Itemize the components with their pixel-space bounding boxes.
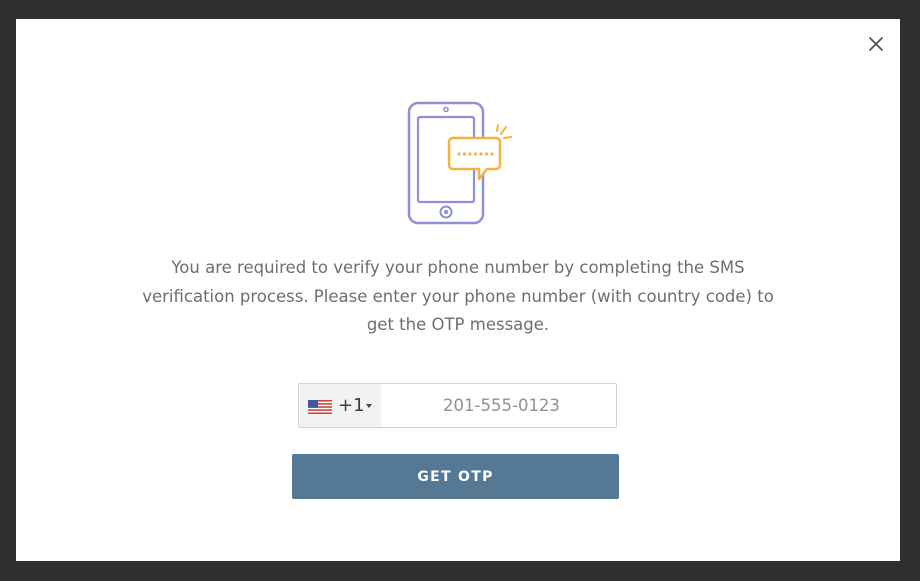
- phone-number-field: +1: [298, 383, 617, 428]
- verification-message: You are required to verify your phone nu…: [142, 258, 774, 334]
- us-flag-icon: [308, 400, 332, 414]
- chevron-down-icon: [366, 404, 372, 408]
- phone-sms-icon: [407, 101, 512, 225]
- close-button[interactable]: [866, 34, 886, 54]
- dial-code: +1: [338, 395, 365, 416]
- phone-number-input[interactable]: [381, 384, 616, 427]
- country-code-select[interactable]: +1: [299, 384, 381, 427]
- get-otp-button[interactable]: GET OTP: [292, 454, 619, 499]
- sms-verification-modal: You are required to verify your phone nu…: [16, 19, 900, 561]
- close-icon: [869, 37, 883, 51]
